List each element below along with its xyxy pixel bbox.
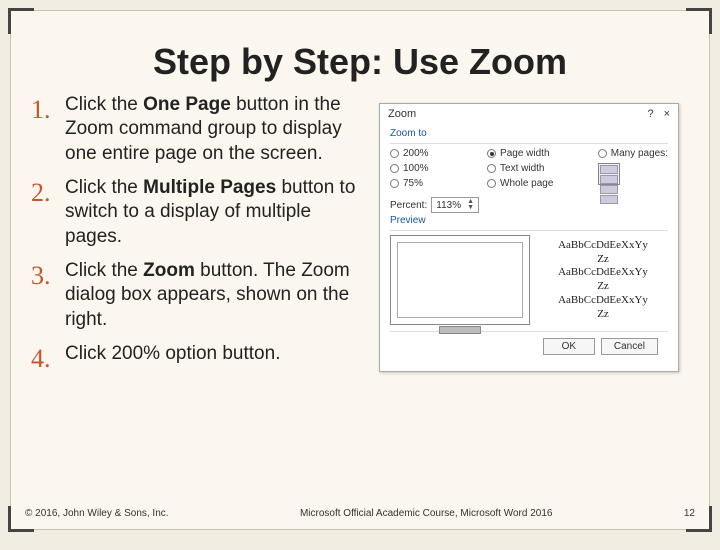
preview-area: AaBbCcDdEeXxYy Zz AaBbCcDdEeXxYy Zz AaBb… [390,230,668,325]
percent-value: 113% [436,200,461,211]
percent-label: Percent: [390,200,427,211]
zoom-dialog: Zoom ? × Zoom to 200% 100% 75% [379,103,679,372]
cancel-button[interactable]: Cancel [601,338,658,355]
corner-tr [686,8,712,34]
footer-center: Microsoft Official Academic Course, Micr… [300,508,553,519]
radio-wp-label: Whole page [500,178,553,189]
sample-text: AaBbCcDdEeXxYy Zz AaBbCcDdEeXxYy Zz AaBb… [538,239,668,322]
sample-line: AaBbCcDdEeXxYy [538,294,668,308]
step-1-bold: One Page [143,94,231,115]
radio-icon [390,149,399,158]
footer-page: 12 [684,508,695,519]
spinner-arrows-icon: ▲▼ [467,199,474,211]
step-4-text: Click 200% option button. [65,343,280,364]
content-row: Click the One Page button in the Zoom co… [11,93,709,376]
radio-whole-page[interactable]: Whole page [487,178,590,189]
radio-100-label: 100% [403,163,429,174]
step-1-text-a: Click the [65,94,143,115]
zoom-dialog-figure: Zoom ? × Zoom to 200% 100% 75% [379,103,679,376]
help-icon[interactable]: ? [647,108,653,120]
sample-line: Zz [538,253,668,267]
step-2-bold: Multiple Pages [143,177,276,198]
footer: © 2016, John Wiley & Sons, Inc. Microsof… [25,508,695,519]
ok-button[interactable]: OK [543,338,595,355]
step-2-text-a: Click the [65,177,143,198]
radio-200[interactable]: 200% [390,148,479,159]
radio-page-width[interactable]: Page width [487,148,590,159]
step-3-text-a: Click the [65,260,143,281]
sample-line: AaBbCcDdEeXxYy [538,266,668,280]
dialog-titlebar: Zoom ? × [380,104,678,124]
steps-list: Click the One Page button in the Zoom co… [31,93,379,376]
radio-pw-label: Page width [500,148,549,159]
radio-mp-label: Many pages: [611,148,668,159]
zoomto-label: Zoom to [390,128,668,139]
dialog-title: Zoom [388,108,416,120]
radio-75[interactable]: 75% [390,178,479,189]
radio-text-width[interactable]: Text width [487,163,590,174]
slide: Step by Step: Use Zoom Click the One Pag… [10,10,710,530]
radio-icon [487,179,496,188]
radio-many-pages[interactable]: Many pages: [598,148,668,159]
radio-75-label: 75% [403,178,423,189]
step-3: Click the Zoom button. The Zoom dialog b… [31,259,367,332]
preview-label: Preview [390,215,668,226]
sample-line: Zz [538,280,668,294]
radio-200-label: 200% [403,148,429,159]
percent-spinner[interactable]: 113% ▲▼ [431,197,479,213]
radio-icon [487,149,496,158]
radio-tw-label: Text width [500,163,544,174]
step-3-bold: Zoom [143,260,195,281]
radio-icon [598,149,607,158]
step-2: Click the Multiple Pages button to switc… [31,176,367,249]
radio-100[interactable]: 100% [390,163,479,174]
corner-tl [8,8,34,34]
radio-icon [390,179,399,188]
many-pages-icon[interactable] [598,163,620,185]
monitor-icon [390,235,530,325]
page-title: Step by Step: Use Zoom [11,11,709,93]
footer-left: © 2016, John Wiley & Sons, Inc. [25,508,169,519]
radio-icon [487,164,496,173]
step-1: Click the One Page button in the Zoom co… [31,93,367,166]
radio-icon [390,164,399,173]
close-icon[interactable]: × [664,108,670,120]
sample-line: Zz [538,308,668,322]
step-4: Click 200% option button. [31,342,367,366]
sample-line: AaBbCcDdEeXxYy [538,239,668,253]
